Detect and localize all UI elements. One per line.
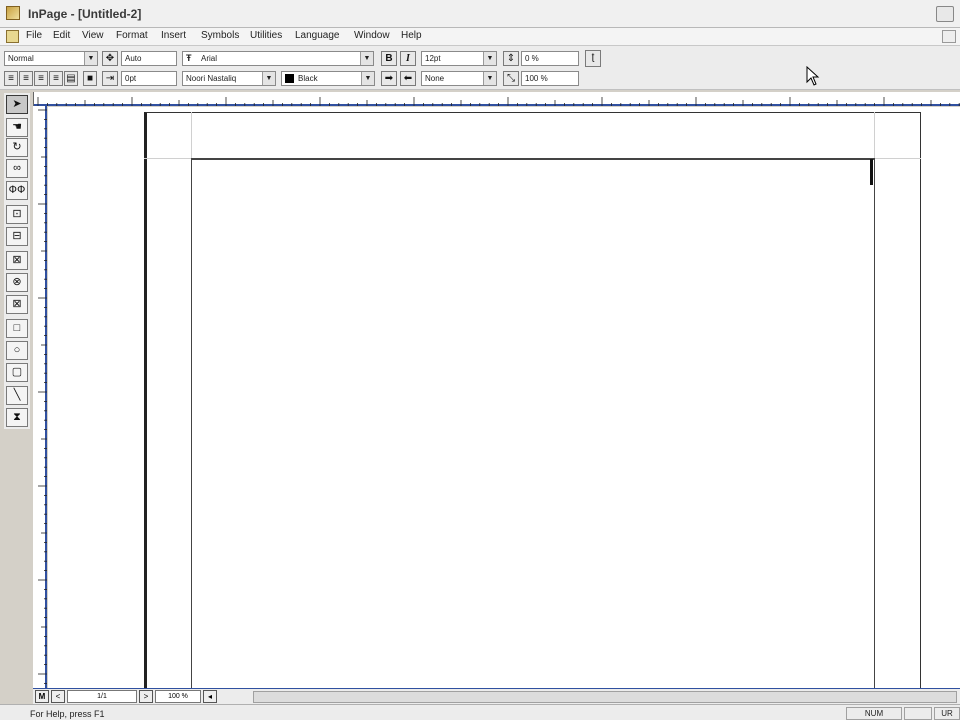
rounded-rect-tool-icon[interactable]: ▢ [6,363,28,382]
indent-icon[interactable]: ⇥ [102,71,118,86]
style-dropdown[interactable]: Normal [4,51,98,66]
underline-dropdown[interactable]: None [421,71,497,86]
status-help-text: For Help, press F1 [30,709,105,719]
next-page-button[interactable]: > [139,690,153,703]
title-bar: InPage - [Untitled-2] [0,0,960,28]
english-font-dropdown[interactable]: Ŧ Arial [182,51,374,66]
status-cell-empty [904,707,932,720]
truetype-font-icon: Ŧ [186,53,192,63]
mdi-restore-button[interactable] [942,30,956,43]
kashida-icon[interactable]: ʈ [585,50,601,67]
zoom-field[interactable]: 100 % [155,690,201,703]
language-indicator: UR [934,707,960,720]
rtl-direction-icon[interactable]: ⬅ [400,71,416,86]
line-tool-icon[interactable]: ╲ [6,386,28,405]
black-swatch-icon [285,74,294,84]
document-icon[interactable] [6,30,19,43]
menu-window[interactable]: Window [354,30,390,41]
english-font-value: Arial [201,54,218,63]
num-lock-indicator: NUM [846,707,902,720]
scroll-left-icon[interactable]: ◂ [203,690,217,703]
font-size-dropdown[interactable]: 12pt [421,51,497,66]
align-left-icon[interactable]: ≡ [34,71,48,86]
justify-icon[interactable]: ≡ [49,71,63,86]
minimize-button[interactable] [936,6,954,22]
inpage-app-icon[interactable] [6,6,20,20]
color-dropdown[interactable]: Black [281,71,375,86]
italic-button[interactable]: I [400,51,416,66]
text-box-tool-icon[interactable]: ⊟ [6,227,28,246]
tracking-icon[interactable]: ⇕ [503,51,519,66]
page-number-field[interactable]: 1/1 [67,690,137,703]
justify-all-icon[interactable]: ▤ [64,71,78,86]
horizontal-ruler[interactable] [34,92,960,106]
text-frame[interactable] [191,158,875,688]
horizontal-scrollbar[interactable] [253,691,957,703]
menu-language[interactable]: Language [295,30,340,41]
menu-file[interactable]: File [26,30,42,41]
right-margin-guide [874,112,875,158]
tool-palette: ➤ ☚ ↻ ∞ ФФ ⊡ ⊟ ⊠ ⊗ ⊠ □ ○ ▢ ╲ ⧗ [4,93,30,429]
rotate-tool-icon[interactable]: ↻ [6,138,28,157]
vertical-ruler[interactable] [33,106,47,690]
menu-format[interactable]: Format [116,30,148,41]
oval-picture-box-icon[interactable]: ⊗ [6,273,28,292]
menu-bar: File Edit View Format Insert Symbols Uti… [0,28,960,46]
unlink-tool-icon[interactable]: ФФ [6,181,28,200]
document-canvas[interactable] [48,107,960,688]
indent-field[interactable]: 0pt [121,71,177,86]
scale-icon[interactable]: ⤡ [503,71,519,86]
full-justify-icon[interactable]: ■ [83,71,97,86]
menu-help[interactable]: Help [401,30,422,41]
menu-view[interactable]: View [82,30,104,41]
menu-insert[interactable]: Insert [161,30,186,41]
menu-edit[interactable]: Edit [53,30,70,41]
orthogonal-line-tool-icon[interactable]: ⧗ [6,408,28,427]
pointer-tool-icon[interactable]: ➤ [6,95,28,114]
urdu-font-dropdown[interactable]: Noori Nastaliq [182,71,276,86]
window-title: InPage - [Untitled-2] [28,7,142,21]
link-tool-icon[interactable]: ∞ [6,159,28,178]
rectangle-tool-icon[interactable]: □ [6,319,28,338]
align-right-icon[interactable]: ≡ [4,71,18,86]
color-value: Black [298,74,318,83]
previous-page-button[interactable]: < [51,690,65,703]
text-cursor [870,159,873,185]
tracking-field[interactable]: 0 % [521,51,579,66]
ellipse-tool-icon[interactable]: ○ [6,341,28,360]
status-bar: For Help, press F1 NUM UR [0,704,960,720]
bold-button[interactable]: B [381,51,397,66]
rounded-picture-box-icon[interactable]: ⊠ [6,295,28,314]
mouse-pointer-icon [806,66,820,86]
vertical-ruler-ticks [38,109,47,684]
page-navigation-bar: M < 1/1 > 100 % ◂ [33,688,960,704]
menu-utilities[interactable]: Utilities [250,30,282,41]
leading-icon[interactable]: ✥ [102,51,118,66]
align-center-icon[interactable]: ≡ [19,71,33,86]
horizontal-ruler-ticks [37,97,960,106]
ltr-direction-icon[interactable]: ➡ [381,71,397,86]
master-page-button[interactable]: M [35,690,49,703]
hand-tool-icon[interactable]: ☚ [6,118,28,137]
inpage-window: InPage - [Untitled-2] File Edit View For… [0,0,960,720]
scale-field[interactable]: 100 % [521,71,579,86]
rect-picture-box-icon[interactable]: ⊠ [6,251,28,270]
left-margin-guide [191,112,192,158]
leading-field[interactable]: Auto [121,51,177,66]
text-tool-icon[interactable]: ⊡ [6,205,28,224]
menu-symbols[interactable]: Symbols [201,30,239,41]
